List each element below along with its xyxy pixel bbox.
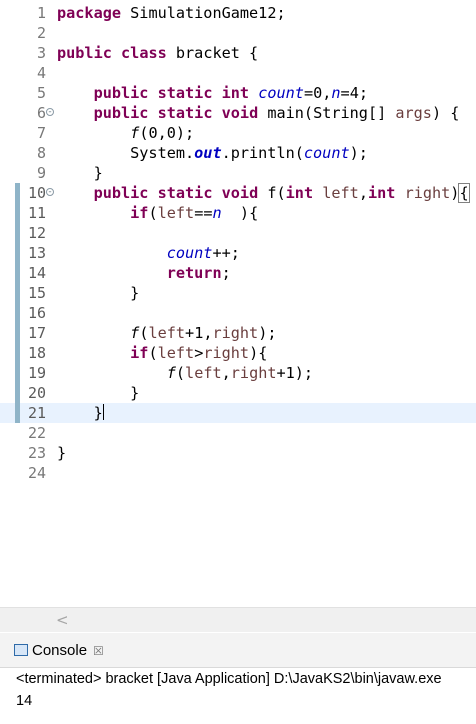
code-line[interactable]: 21 } [0, 403, 476, 423]
code-line[interactable]: 6 public static void main(String[] args)… [0, 103, 476, 123]
code-line[interactable]: 2 [0, 23, 476, 43]
line-number: 9 [36, 164, 46, 182]
line-number: 1 [36, 4, 46, 22]
horizontal-scrollbar[interactable]: < [0, 607, 476, 632]
code-line[interactable]: 15 } [0, 283, 476, 303]
line-number: 18 [27, 344, 46, 362]
code-line[interactable]: 9 } [0, 163, 476, 183]
close-icon[interactable]: ☒ [93, 644, 104, 658]
code-line[interactable]: 23} [0, 443, 476, 463]
line-number: 10 [27, 184, 46, 202]
line-number: 19 [27, 364, 46, 382]
code-text: f(0,0); [130, 124, 195, 142]
code-text: } [57, 284, 140, 302]
code-line[interactable]: 3 public class bracket { [0, 43, 476, 63]
code-text: package SimulationGame12; [57, 4, 286, 22]
console-status: <terminated> bracket [Java Application] … [16, 671, 442, 687]
code-line[interactable]: 1 package SimulationGame12; [0, 3, 476, 23]
code-line[interactable]: 20 } [0, 383, 476, 403]
line-number: 22 [27, 424, 46, 442]
code-line[interactable]: 14 return; [0, 263, 476, 283]
code-line[interactable]: 5 public static int count=0,n=4; [0, 83, 476, 103]
line-number: 11 [27, 204, 46, 222]
fold-toggle-icon[interactable] [46, 188, 54, 196]
code-text: public class bracket { [57, 44, 259, 62]
code-line[interactable]: 18 if(left>right){ [0, 343, 476, 363]
line-number: 12 [27, 224, 46, 242]
line-number: 21 [27, 404, 46, 422]
code-line[interactable]: 19 f(left,right+1); [0, 363, 476, 383]
line-number: 3 [36, 44, 46, 62]
line-number: 15 [27, 284, 46, 302]
code-text: if(left==n ){ [130, 204, 259, 222]
line-number: 24 [27, 464, 46, 482]
code-text: System.out.println(count); [57, 144, 368, 162]
code-line[interactable]: 7 f(0,0); [0, 123, 476, 143]
code-line[interactable]: 13 count++; [0, 243, 476, 263]
fold-toggle-icon[interactable] [46, 108, 54, 116]
line-number: 4 [36, 64, 46, 82]
code-text: } [57, 384, 140, 402]
line-number: 23 [27, 444, 46, 462]
code-text: public static int count=0,n=4; [93, 84, 368, 102]
code-text: public static void main(String[] args) { [93, 104, 460, 122]
line-number: 13 [27, 244, 46, 262]
code-editor[interactable]: 1 package SimulationGame12; 2 3 public class… [0, 0, 476, 605]
code-text: count++; [166, 244, 240, 262]
code-text: f(left,right+1); [166, 364, 314, 382]
console-icon [14, 644, 28, 656]
code-line[interactable]: 8 System.out.println(count); [0, 143, 476, 163]
line-number: 16 [27, 304, 46, 322]
scroll-left-icon[interactable]: < [56, 611, 69, 629]
code-line[interactable]: 17 f(left+1,right); [0, 323, 476, 343]
line-number: 14 [27, 264, 46, 282]
line-number: 17 [27, 324, 46, 342]
code-text: f(left+1,right); [130, 324, 277, 342]
code-text: } [57, 444, 67, 462]
code-text: } [57, 164, 103, 182]
console-tab[interactable]: Console ☒ [14, 639, 104, 663]
code-text: public static void f(int left,int right)… [93, 183, 470, 203]
code-line[interactable]: 10 public static void f(int left,int rig… [0, 183, 476, 203]
line-number: 20 [27, 384, 46, 402]
code-line[interactable]: 16 [0, 303, 476, 323]
code-line[interactable]: 24 [0, 463, 476, 483]
console-output: 14 [16, 693, 33, 709]
code-line[interactable]: 12 [0, 223, 476, 243]
code-text: return; [166, 264, 231, 282]
line-number: 7 [36, 124, 46, 142]
code-line[interactable]: 11 if(left==n ){ [0, 203, 476, 223]
line-number: 2 [36, 24, 46, 42]
line-number: 6 [36, 104, 46, 122]
code-line[interactable]: 4 [0, 63, 476, 83]
line-number: 5 [36, 84, 46, 102]
console-tab-label: Console [32, 642, 88, 659]
code-text: } [57, 404, 104, 422]
console-tab-bar: Console ☒ [0, 633, 476, 668]
code-text: if(left>right){ [130, 344, 268, 362]
line-number: 8 [36, 144, 46, 162]
code-line[interactable]: 22 [0, 423, 476, 443]
